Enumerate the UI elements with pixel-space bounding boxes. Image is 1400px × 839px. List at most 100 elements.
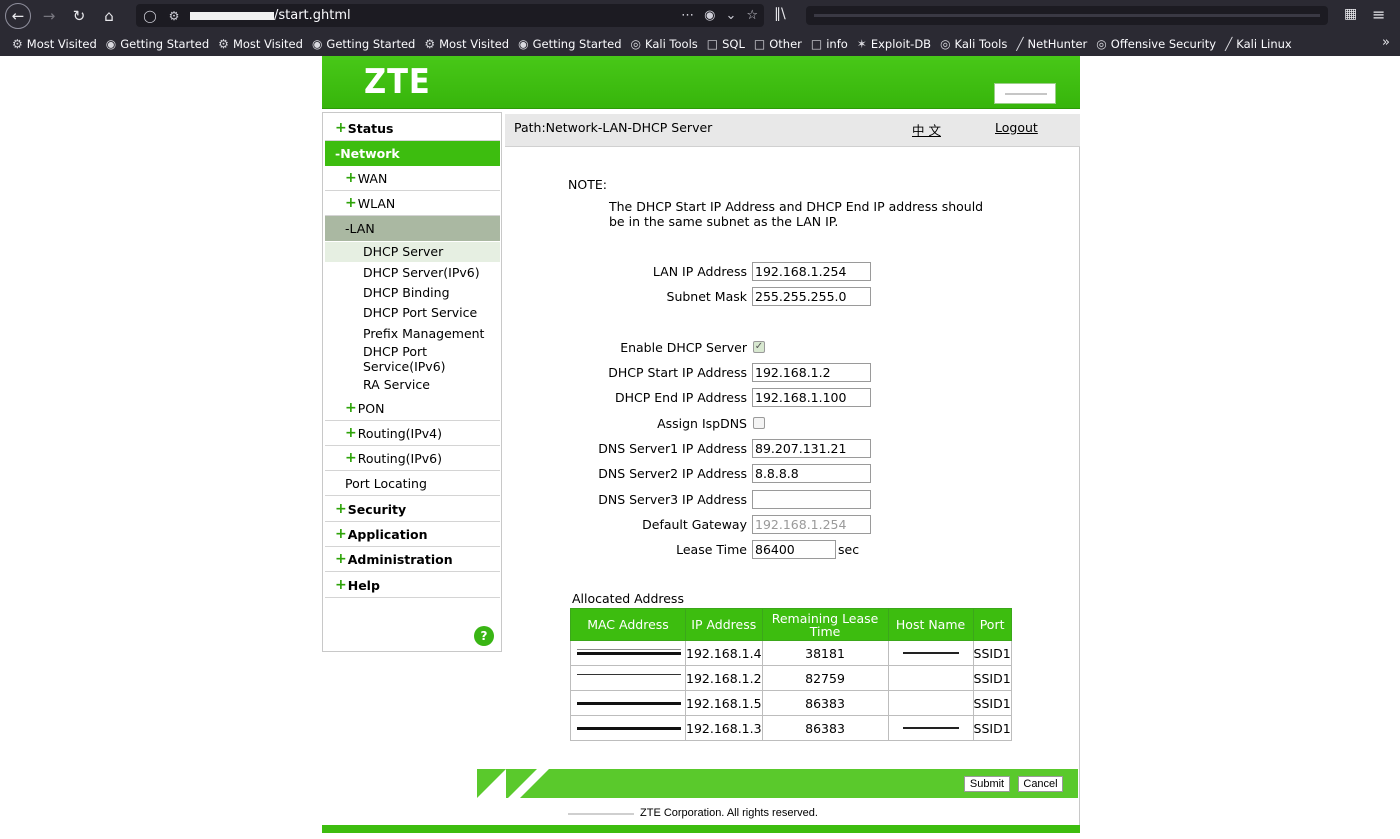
sidebar-item-security[interactable]: + Security <box>325 497 500 522</box>
extension-icon[interactable]: ▦ <box>1344 6 1357 22</box>
port-cell: SSID1 <box>972 690 1012 716</box>
lan-ip-input[interactable] <box>752 262 871 281</box>
sidebar-subitem-dhcp-port-service[interactable]: DHCP Port Service <box>325 305 500 320</box>
dhcp-end-input[interactable] <box>752 388 871 407</box>
expand-plus-icon: + <box>335 501 347 517</box>
bookmark-label: Getting Started <box>120 36 210 51</box>
back-button[interactable]: ← <box>5 2 31 29</box>
host-cell <box>887 665 974 691</box>
bookmark-label: Kali Tools <box>954 36 1008 51</box>
shield-icon[interactable]: ◯ <box>140 6 160 26</box>
sidebar-item-application[interactable]: + Application <box>325 522 500 547</box>
reload-button[interactable]: ↻ <box>67 4 91 28</box>
sidebar-subitem-ra-service[interactable]: RA Service <box>325 377 500 392</box>
bookmark-item[interactable]: □ Other <box>754 37 802 51</box>
dns2-row: DNS Server2 IP Address <box>502 464 1062 484</box>
submit-button[interactable]: Submit <box>964 776 1010 792</box>
assign-ispdns-checkbox[interactable] <box>753 417 765 429</box>
dns1-input[interactable] <box>752 439 871 458</box>
bookmark-item[interactable]: □ SQL <box>707 37 745 51</box>
sidebar-item-network[interactable]: -Network <box>325 141 500 166</box>
cancel-button[interactable]: Cancel <box>1018 776 1063 792</box>
dhcp-start-row: DHCP Start IP Address <box>502 363 1062 383</box>
bookmark-item[interactable]: ◎ Kali Tools <box>940 37 1007 51</box>
redacted-mac-cell <box>570 690 686 716</box>
site-info-icon[interactable]: ⚙ <box>164 6 184 26</box>
address-bar[interactable]: ◯ ⚙ /start.ghtml ⋯ ◉ ⌄ ☆ <box>136 4 764 27</box>
bookmark-item[interactable]: ⚙ Most Visited <box>218 37 303 51</box>
bookmark-item[interactable]: ◉ Getting Started <box>518 37 621 51</box>
sidebar-item-wlan[interactable]: + WLAN <box>325 191 500 216</box>
bookmark-item[interactable]: □ info <box>811 37 848 51</box>
bookmark-item[interactable]: ╱ Kali Linux <box>1225 37 1292 51</box>
bookmark-label: Getting Started <box>326 36 416 51</box>
sidebar-item-label: -LAN <box>345 220 375 236</box>
bookmark-star-icon[interactable]: ☆ <box>746 8 758 23</box>
sidebar-item-label: Routing(IPv4) <box>357 425 442 441</box>
sidebar-item-status[interactable]: + Status <box>325 116 500 141</box>
bookmark-item[interactable]: ◉ Getting Started <box>106 37 209 51</box>
sidebar-subitem-dhcp-port-service-ipv6[interactable]: DHCP Port Service(IPv6) <box>325 344 500 374</box>
enable-dhcp-checkbox[interactable]: ✓ <box>753 341 765 353</box>
bookmark-item[interactable]: ⚙ Most Visited <box>12 37 97 51</box>
globe-icon: ◎ <box>630 36 641 51</box>
bookmark-item[interactable]: ╱ NetHunter <box>1016 37 1087 51</box>
dhcp-start-input[interactable] <box>752 363 871 382</box>
sidebar-item-administration[interactable]: + Administration <box>325 547 500 572</box>
sidebar-item-routing-ipv6[interactable]: + Routing(IPv6) <box>325 446 500 471</box>
bookmark-item[interactable]: ⚙ Most Visited <box>424 37 509 51</box>
subnet-mask-input[interactable] <box>752 287 871 306</box>
expand-plus-icon: + <box>335 551 347 567</box>
forward-button[interactable]: → <box>37 4 61 28</box>
bookmark-item[interactable]: ◎ Offensive Security <box>1096 37 1216 51</box>
dns2-label: DNS Server2 IP Address <box>598 466 747 481</box>
subnet-mask-row: Subnet Mask <box>502 287 1062 307</box>
table-row: 192.168.1.3 86383 SSID1 <box>570 715 1012 741</box>
dhcp-end-row: DHCP End IP Address <box>502 388 1062 408</box>
subnet-mask-label: Subnet Mask <box>666 289 747 304</box>
expand-plus-icon: + <box>335 526 347 542</box>
folder-icon: □ <box>753 36 766 51</box>
chevron-down-icon[interactable]: ⌄ <box>725 8 736 23</box>
allocated-address-title: Allocated Address <box>572 591 684 606</box>
pocket-icon[interactable]: ◉ <box>704 8 715 23</box>
sidebar-subitem-dhcp-server-ipv6[interactable]: DHCP Server(IPv6) <box>325 265 500 280</box>
sidebar-item-wan[interactable]: + WAN <box>325 166 500 191</box>
lease-time-input[interactable] <box>752 540 836 559</box>
expand-plus-icon: + <box>335 577 347 593</box>
page-actions-icon[interactable]: ⋯ <box>681 8 694 23</box>
nethunter-icon: ╱ <box>1016 36 1024 51</box>
help-icon[interactable]: ? <box>474 626 494 646</box>
sidebar-item-port-locating[interactable]: Port Locating <box>325 471 500 496</box>
dns3-input[interactable] <box>752 490 871 509</box>
language-link[interactable]: 中 文 <box>912 120 941 139</box>
sidebar-item-pon[interactable]: + PON <box>325 396 500 421</box>
library-icon[interactable]: ∥\ <box>774 6 786 22</box>
default-gateway-input[interactable] <box>752 515 871 534</box>
sidebar-subitem-prefix-management[interactable]: Prefix Management <box>325 326 500 341</box>
sidebar-item-label: Security <box>347 501 407 517</box>
bookmark-item[interactable]: ◉ Getting Started <box>312 37 415 51</box>
firefox-icon: ◉ <box>311 36 323 51</box>
lease-time-label: Lease Time <box>676 542 747 557</box>
sidebar-item-routing-ipv4[interactable]: + Routing(IPv4) <box>325 421 500 446</box>
logout-link[interactable]: Logout <box>995 120 1038 135</box>
redacted-host-cell <box>887 640 974 666</box>
home-icon: ⌂ <box>104 6 114 25</box>
home-button[interactable]: ⌂ <box>97 4 121 28</box>
table-row: 192.168.1.4 38181 SSID1 <box>570 640 1012 666</box>
dns2-input[interactable] <box>752 464 871 483</box>
bookmark-item[interactable]: ◎ Kali Tools <box>631 37 698 51</box>
bookmark-item[interactable]: ✶ Exploit-DB <box>857 37 931 51</box>
sidebar-item-label: Help <box>347 577 380 593</box>
sidebar-subitem-dhcp-server[interactable]: DHCP Server <box>325 242 500 262</box>
sidebar-item-help[interactable]: + Help <box>325 573 500 598</box>
hamburger-menu-icon[interactable]: ≡ <box>1372 5 1385 24</box>
expand-plus-icon: + <box>345 195 357 211</box>
firefox-icon: ◉ <box>518 36 529 51</box>
bookmarks-overflow-icon[interactable]: » <box>1382 35 1390 50</box>
sidebar-item-lan[interactable]: -LAN <box>325 216 500 241</box>
default-gateway-row: Default Gateway <box>502 515 1062 535</box>
ip-cell: 192.168.1.4 <box>685 640 763 666</box>
sidebar-subitem-dhcp-binding[interactable]: DHCP Binding <box>325 285 500 300</box>
